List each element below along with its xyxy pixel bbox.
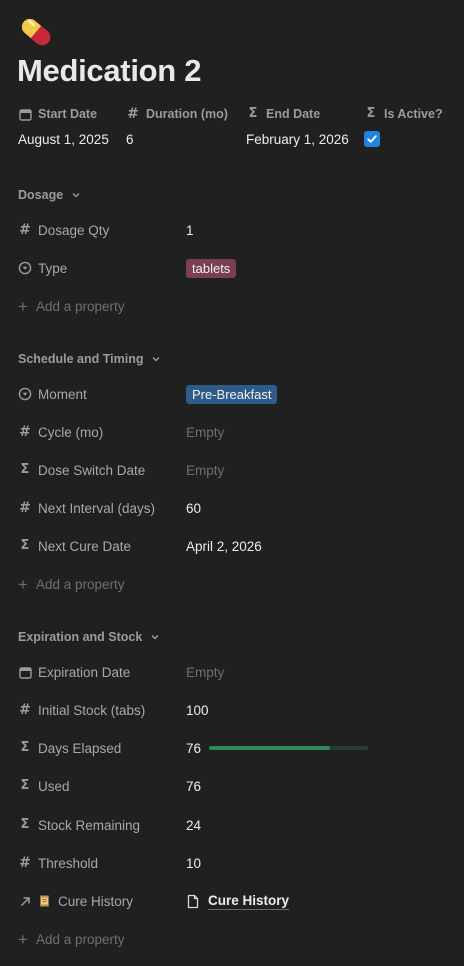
property-value[interactable]: 60 xyxy=(186,494,201,522)
property-row-next-cure-date: Σ Next Cure Date April 2, 2026 xyxy=(0,532,464,560)
property-row-cure-history: Cure History Cure History xyxy=(0,887,464,915)
days-elapsed-value-cell[interactable]: 76 xyxy=(186,734,369,762)
add-property-label: Add a property xyxy=(35,298,125,314)
chevron-down-icon xyxy=(69,188,83,202)
property-value[interactable]: Empty xyxy=(186,658,224,686)
sigma-icon: Σ xyxy=(20,778,30,793)
property-label[interactable]: Used xyxy=(38,779,70,794)
relation-arrow-icon xyxy=(18,894,32,908)
add-property-label: Add a property xyxy=(35,576,125,592)
property-label[interactable]: Threshold xyxy=(38,856,98,871)
property-row-cycle: # Cycle (mo) Empty xyxy=(0,418,464,446)
property-value[interactable]: 1 xyxy=(186,216,194,244)
sigma-icon: Σ xyxy=(366,106,376,121)
property-row-moment: Moment Pre-Breakfast xyxy=(0,380,464,408)
property-label[interactable]: Stock Remaining xyxy=(38,818,140,833)
header-properties: Start Date August 1, 2025 # Duration (mo… xyxy=(0,104,464,154)
header-prop-label: Is Active? xyxy=(384,107,443,121)
header-prop-value[interactable]: August 1, 2025 xyxy=(18,132,109,152)
property-label[interactable]: Days Elapsed xyxy=(38,741,121,756)
add-property-button[interactable]: + Add a property xyxy=(18,574,125,594)
header-prop-label: End Date xyxy=(266,107,321,121)
days-elapsed-progress-bar xyxy=(209,746,369,750)
header-prop-is-active[interactable]: Σ Is Active? xyxy=(364,104,443,151)
header-prop-value[interactable]: February 1, 2026 xyxy=(246,132,349,152)
select-icon xyxy=(18,387,32,401)
cure-history-link[interactable]: Cure History xyxy=(208,893,290,910)
property-label[interactable]: Cycle (mo) xyxy=(38,425,103,440)
chevron-down-icon xyxy=(149,352,163,366)
property-label[interactable]: Dosage Qty xyxy=(38,223,109,238)
header-prop-start-date[interactable]: Start Date August 1, 2025 xyxy=(18,104,109,152)
moment-tag[interactable]: Pre-Breakfast xyxy=(186,384,278,404)
property-label[interactable]: Initial Stock (tabs) xyxy=(38,703,145,718)
section-expiration-header[interactable]: Expiration and Stock xyxy=(18,630,162,644)
hash-icon: # xyxy=(19,500,31,516)
property-row-expiration-date: Expiration Date Empty xyxy=(0,658,464,686)
header-prop-end-date[interactable]: Σ End Date February 1, 2026 xyxy=(246,104,349,152)
property-row-next-interval: # Next Interval (days) 60 xyxy=(0,494,464,522)
property-label[interactable]: Moment xyxy=(38,387,87,402)
property-row-dosage-qty: # Dosage Qty 1 xyxy=(0,216,464,244)
chevron-down-icon xyxy=(148,630,162,644)
property-value[interactable]: Empty xyxy=(186,456,224,484)
add-property-button[interactable]: + Add a property xyxy=(18,296,125,316)
property-value[interactable]: 10 xyxy=(186,849,201,877)
property-value[interactable]: Empty xyxy=(186,418,224,446)
property-value[interactable]: 24 xyxy=(186,811,201,839)
property-row-initial-stock: # Initial Stock (tabs) 100 xyxy=(0,696,464,724)
page-doc-icon xyxy=(186,894,200,908)
header-prop-label: Start Date xyxy=(38,107,98,121)
property-value[interactable]: April 2, 2026 xyxy=(186,532,262,560)
section-title: Schedule and Timing xyxy=(18,352,144,366)
section-dosage-header[interactable]: Dosage xyxy=(18,188,83,202)
property-label[interactable]: Next Cure Date xyxy=(38,539,131,554)
page-title[interactable]: Medication 2 xyxy=(17,53,201,89)
plus-icon: + xyxy=(18,574,28,594)
calendar-icon xyxy=(18,665,32,679)
type-tag[interactable]: tablets xyxy=(186,258,237,278)
sigma-icon: Σ xyxy=(248,106,258,121)
property-value[interactable]: 76 xyxy=(186,772,201,800)
header-prop-duration[interactable]: # Duration (mo) 6 xyxy=(126,104,228,152)
hash-icon: # xyxy=(19,424,31,440)
hash-icon: # xyxy=(19,222,31,238)
property-label[interactable]: Dose Switch Date xyxy=(38,463,145,478)
property-row-used: Σ Used 76 xyxy=(0,772,464,800)
plus-icon: + xyxy=(18,929,28,949)
property-label[interactable]: Type xyxy=(38,261,67,276)
property-label[interactable]: Expiration Date xyxy=(38,665,130,680)
calendar-icon xyxy=(18,107,32,121)
header-prop-value[interactable]: 6 xyxy=(126,132,228,152)
is-active-checkbox[interactable] xyxy=(364,131,380,147)
section-title: Expiration and Stock xyxy=(18,630,143,644)
scroll-icon xyxy=(38,894,52,908)
pill-icon[interactable] xyxy=(16,12,56,52)
checkmark-icon xyxy=(367,135,377,143)
section-schedule-header[interactable]: Schedule and Timing xyxy=(18,352,163,366)
sigma-icon: Σ xyxy=(20,462,30,477)
property-row-stock-remaining: Σ Stock Remaining 24 xyxy=(0,811,464,839)
section-title: Dosage xyxy=(18,188,64,202)
progress-fill xyxy=(209,746,330,750)
header-prop-label: Duration (mo) xyxy=(146,107,228,121)
hash-icon: # xyxy=(19,855,31,871)
sigma-icon: Σ xyxy=(20,740,30,755)
property-row-dose-switch-date: Σ Dose Switch Date Empty xyxy=(0,456,464,484)
select-icon xyxy=(18,261,32,275)
add-property-label: Add a property xyxy=(35,931,125,947)
property-row-threshold: # Threshold 10 xyxy=(0,849,464,877)
property-row-days-elapsed: Σ Days Elapsed 76 xyxy=(0,734,464,762)
hash-icon: # xyxy=(127,106,139,122)
hash-icon: # xyxy=(19,702,31,718)
plus-icon: + xyxy=(18,296,28,316)
add-property-button[interactable]: + Add a property xyxy=(18,929,125,949)
sigma-icon: Σ xyxy=(20,817,30,832)
property-row-type: Type tablets xyxy=(0,254,464,282)
property-value: 76 xyxy=(186,740,202,756)
property-value[interactable]: 100 xyxy=(186,696,209,724)
property-label[interactable]: Cure History xyxy=(58,894,133,909)
sigma-icon: Σ xyxy=(20,538,30,553)
property-label[interactable]: Next Interval (days) xyxy=(38,501,155,516)
